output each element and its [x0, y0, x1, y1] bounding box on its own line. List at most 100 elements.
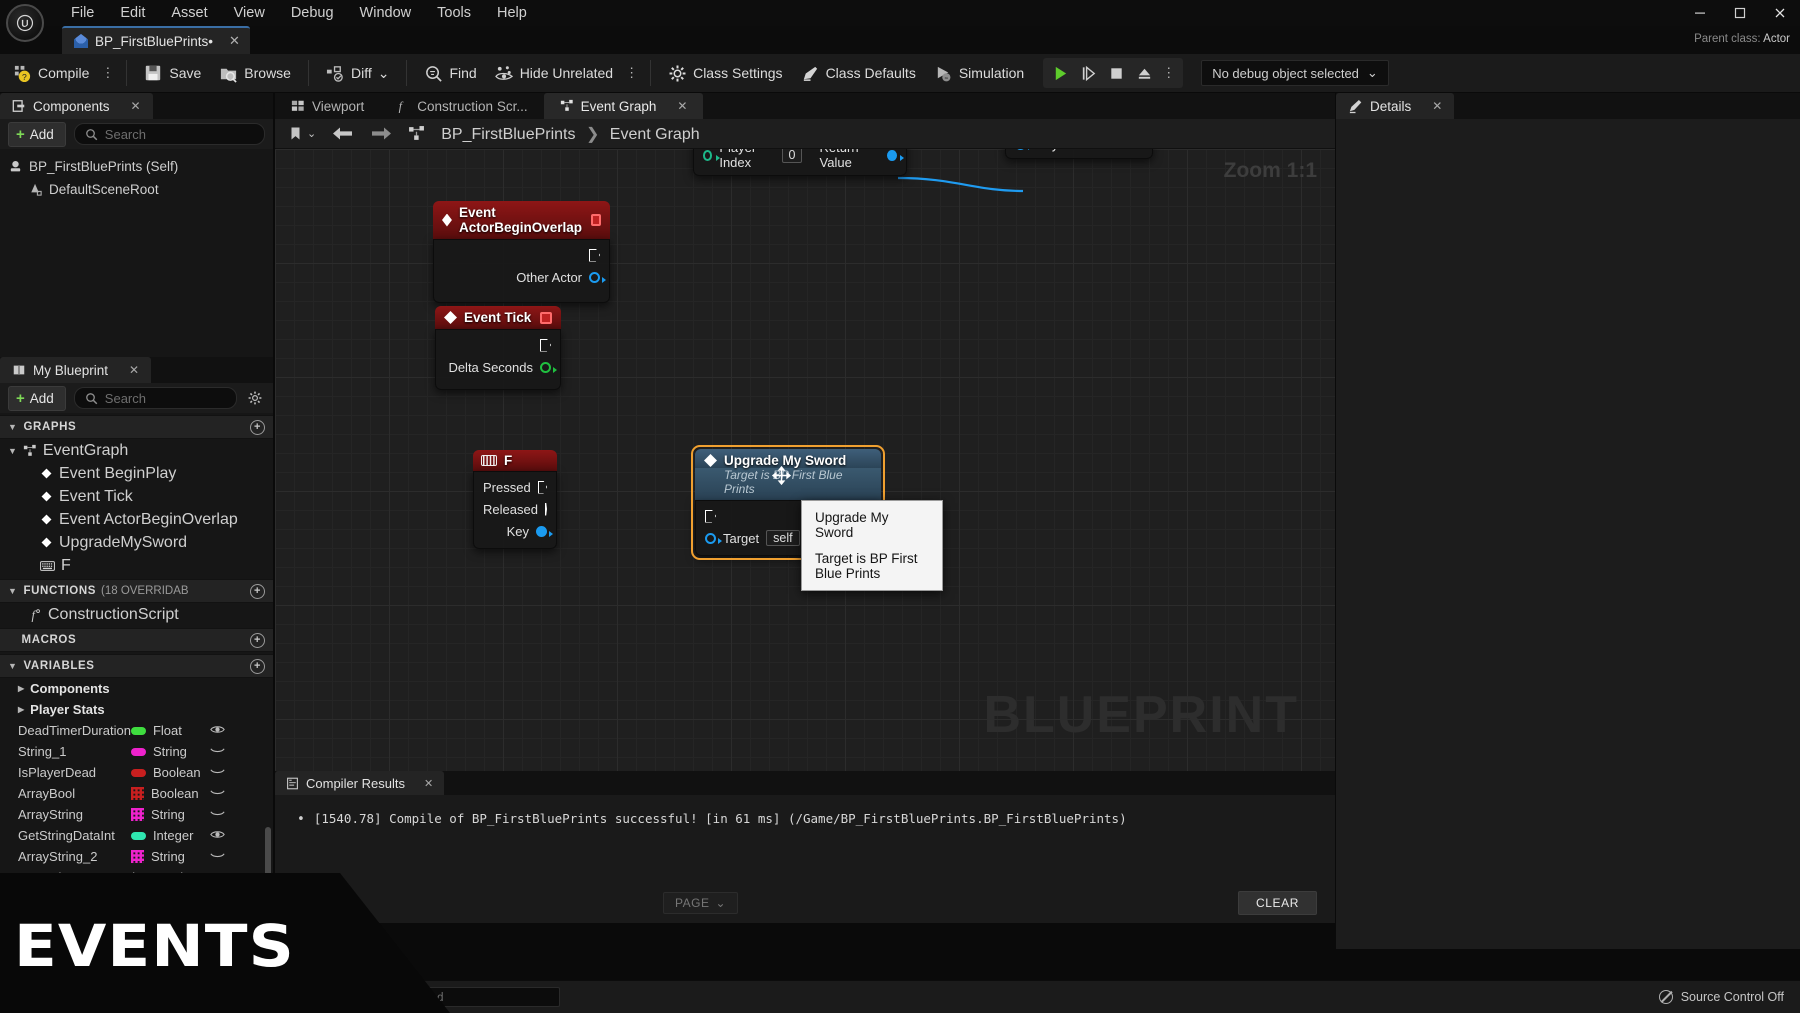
menu-item-file[interactable]: File	[58, 2, 107, 24]
tree-item-event-beginplay[interactable]: Event BeginPlay	[0, 462, 273, 485]
variable-row-arraybool[interactable]: ArrayBool Boolean	[0, 783, 273, 804]
pin-value-target[interactable]: self	[766, 530, 800, 546]
close-icon[interactable]: ✕	[131, 99, 141, 113]
node-target-player-controller[interactable]: Target self Player Controller	[1005, 149, 1153, 159]
exec-output-pin-icon[interactable]	[589, 248, 600, 262]
graph-canvas[interactable]: Zoom 1:1 BLUEPRINT f Get Player Controll…	[275, 149, 1335, 771]
breadcrumb-root[interactable]: BP_FirstBluePrints	[441, 126, 575, 143]
pin-delta-seconds[interactable]: Delta Seconds	[436, 356, 560, 378]
bookmark-button[interactable]: ⌄	[283, 124, 322, 143]
add-component-button[interactable]: + Add	[8, 121, 66, 147]
variable-row-string-1[interactable]: String_1 String	[0, 741, 273, 762]
variable-category-player-stats[interactable]: ▶ Player Stats	[0, 699, 273, 720]
save-button[interactable]: Save	[135, 60, 210, 87]
pin-other-actor[interactable]: Other Actor	[434, 266, 609, 288]
tree-item-upgrademysword[interactable]: UpgradeMySword	[0, 531, 273, 554]
exec-input-pin-icon[interactable]	[705, 509, 716, 523]
hide-unrelated-button[interactable]: Hide Unrelated	[486, 60, 622, 87]
compiler-log[interactable]: • [1540.78] Compile of BP_FirstBluePrint…	[275, 795, 1335, 923]
menu-item-edit[interactable]: Edit	[107, 2, 158, 24]
pin-pressed[interactable]: Pressed	[474, 476, 556, 498]
unreal-logo-icon[interactable]	[6, 4, 44, 42]
output-pin-icon[interactable]	[589, 271, 606, 283]
tab-event-graph[interactable]: Event Graph ✕	[543, 93, 704, 119]
input-pin-icon[interactable]	[1015, 149, 1032, 150]
variable-row-getstringdataint[interactable]: GetStringDataInt Integer	[0, 825, 273, 846]
eye-closed-icon[interactable]	[210, 766, 225, 780]
tab-viewport[interactable]: Viewport	[275, 93, 380, 119]
pin-key[interactable]: Key	[474, 520, 556, 542]
add-variable-button[interactable]: +	[250, 658, 265, 674]
exec-output-pin-icon[interactable]	[537, 480, 547, 494]
minimize-button[interactable]	[1680, 0, 1720, 26]
variable-row-arraystring[interactable]: ArrayString String	[0, 804, 273, 825]
parent-class-value[interactable]: Actor	[1763, 33, 1790, 45]
output-pin-icon[interactable]	[887, 149, 904, 161]
caret-down-icon[interactable]: ▼	[8, 446, 17, 456]
find-button[interactable]: Find	[415, 60, 485, 87]
tab-my-blueprint[interactable]: My Blueprint ✕	[0, 357, 152, 383]
menu-item-debug[interactable]: Debug	[278, 2, 347, 24]
clear-log-button[interactable]: CLEAR	[1237, 891, 1317, 915]
tab-compiler-results[interactable]: Compiler Results ✕	[275, 771, 445, 795]
breadcrumb-graph-icon-button[interactable]	[402, 123, 431, 144]
tab-construction-script[interactable]: f Construction Scr...	[380, 93, 543, 119]
node-event-actorbeginoverlap[interactable]: Event ActorBeginOverlap Other Actor	[433, 201, 610, 303]
exec-output-pin-icon[interactable]	[540, 338, 551, 352]
navigate-back-button[interactable]	[326, 124, 360, 143]
graph-options-button[interactable]: ⋮	[622, 61, 642, 85]
add-macro-button[interactable]: +	[250, 632, 265, 648]
section-macros[interactable]: ▶ MACROS +	[0, 628, 273, 652]
components-search-input[interactable]: Search	[73, 123, 265, 145]
output-pin-icon[interactable]	[536, 525, 553, 537]
exec-output-pin-icon[interactable]	[544, 502, 547, 516]
close-icon[interactable]: ✕	[1432, 99, 1442, 113]
variable-category-components[interactable]: ▶ Components	[0, 678, 273, 699]
eye-open-icon[interactable]	[210, 829, 225, 843]
pin-value-player-index[interactable]: 0	[781, 149, 802, 163]
eye-open-icon[interactable]	[210, 724, 225, 738]
close-icon[interactable]: ✕	[229, 33, 240, 49]
tree-item-event-tick[interactable]: Event Tick	[0, 485, 273, 508]
asset-tab-bp-firstblueprints[interactable]: BP_FirstBluePrints• ✕	[62, 26, 250, 54]
menu-item-help[interactable]: Help	[484, 2, 540, 24]
simulation-button[interactable]: ∞ Simulation	[925, 60, 1033, 87]
section-graphs[interactable]: ▼ GRAPHS +	[0, 415, 273, 439]
eye-closed-icon[interactable]	[210, 850, 225, 864]
output-pin-icon[interactable]	[540, 361, 557, 373]
tree-item-event-actorbeginoverlap[interactable]: Event ActorBeginOverlap	[0, 508, 273, 531]
pin-player-controller[interactable]: Player Controller	[1006, 149, 1152, 155]
menu-item-view[interactable]: View	[221, 2, 278, 24]
myblueprint-settings-button[interactable]	[245, 388, 265, 408]
tree-item-bp-firstblueprints-self[interactable]: BP_FirstBluePrints (Self)	[0, 155, 273, 178]
maximize-button[interactable]	[1720, 0, 1760, 26]
tree-item-constructionscript[interactable]: f ConstructionScript	[0, 603, 273, 626]
eject-button[interactable]	[1131, 60, 1157, 86]
pin-released[interactable]: Released	[474, 498, 556, 520]
eye-closed-icon[interactable]	[210, 808, 225, 822]
pin-exec-out[interactable]	[436, 334, 560, 356]
close-icon[interactable]: ✕	[424, 777, 433, 790]
input-pin-icon[interactable]	[705, 532, 722, 544]
tree-item-eventgraph[interactable]: ▼ EventGraph	[0, 439, 273, 462]
tab-details[interactable]: Details ✕	[1336, 93, 1455, 119]
eye-closed-icon[interactable]	[210, 787, 225, 801]
add-blueprint-item-button[interactable]: + Add	[8, 385, 66, 411]
source-control-status[interactable]: Source Control Off	[1658, 990, 1784, 1004]
log-line[interactable]: • [1540.78] Compile of BP_FirstBluePrint…	[275, 811, 1335, 827]
debug-object-select[interactable]: No debug object selected ⌄	[1201, 60, 1389, 86]
close-window-button[interactable]	[1760, 0, 1800, 26]
page-select-button[interactable]: PAGE ⌄	[663, 892, 739, 914]
node-get-player-controller[interactable]: f Get Player Controller Player Index 0 R…	[693, 149, 907, 176]
node-key-f-event[interactable]: F Pressed Released Key	[473, 450, 557, 549]
node-event-tick[interactable]: Event Tick Delta Seconds	[435, 306, 561, 390]
step-button[interactable]	[1075, 60, 1101, 86]
class-defaults-button[interactable]: Class Defaults	[792, 60, 925, 87]
browse-button[interactable]: Browse	[210, 60, 300, 87]
tree-item-defaultsceneroot[interactable]: DefaultSceneRoot	[0, 178, 273, 201]
eye-closed-icon[interactable]	[210, 745, 225, 759]
compile-options-button[interactable]: ⋮	[98, 61, 118, 85]
node-stop-icon[interactable]	[540, 311, 552, 324]
pin-return-value[interactable]: Return Value	[811, 149, 906, 173]
stop-button[interactable]	[1103, 60, 1129, 86]
